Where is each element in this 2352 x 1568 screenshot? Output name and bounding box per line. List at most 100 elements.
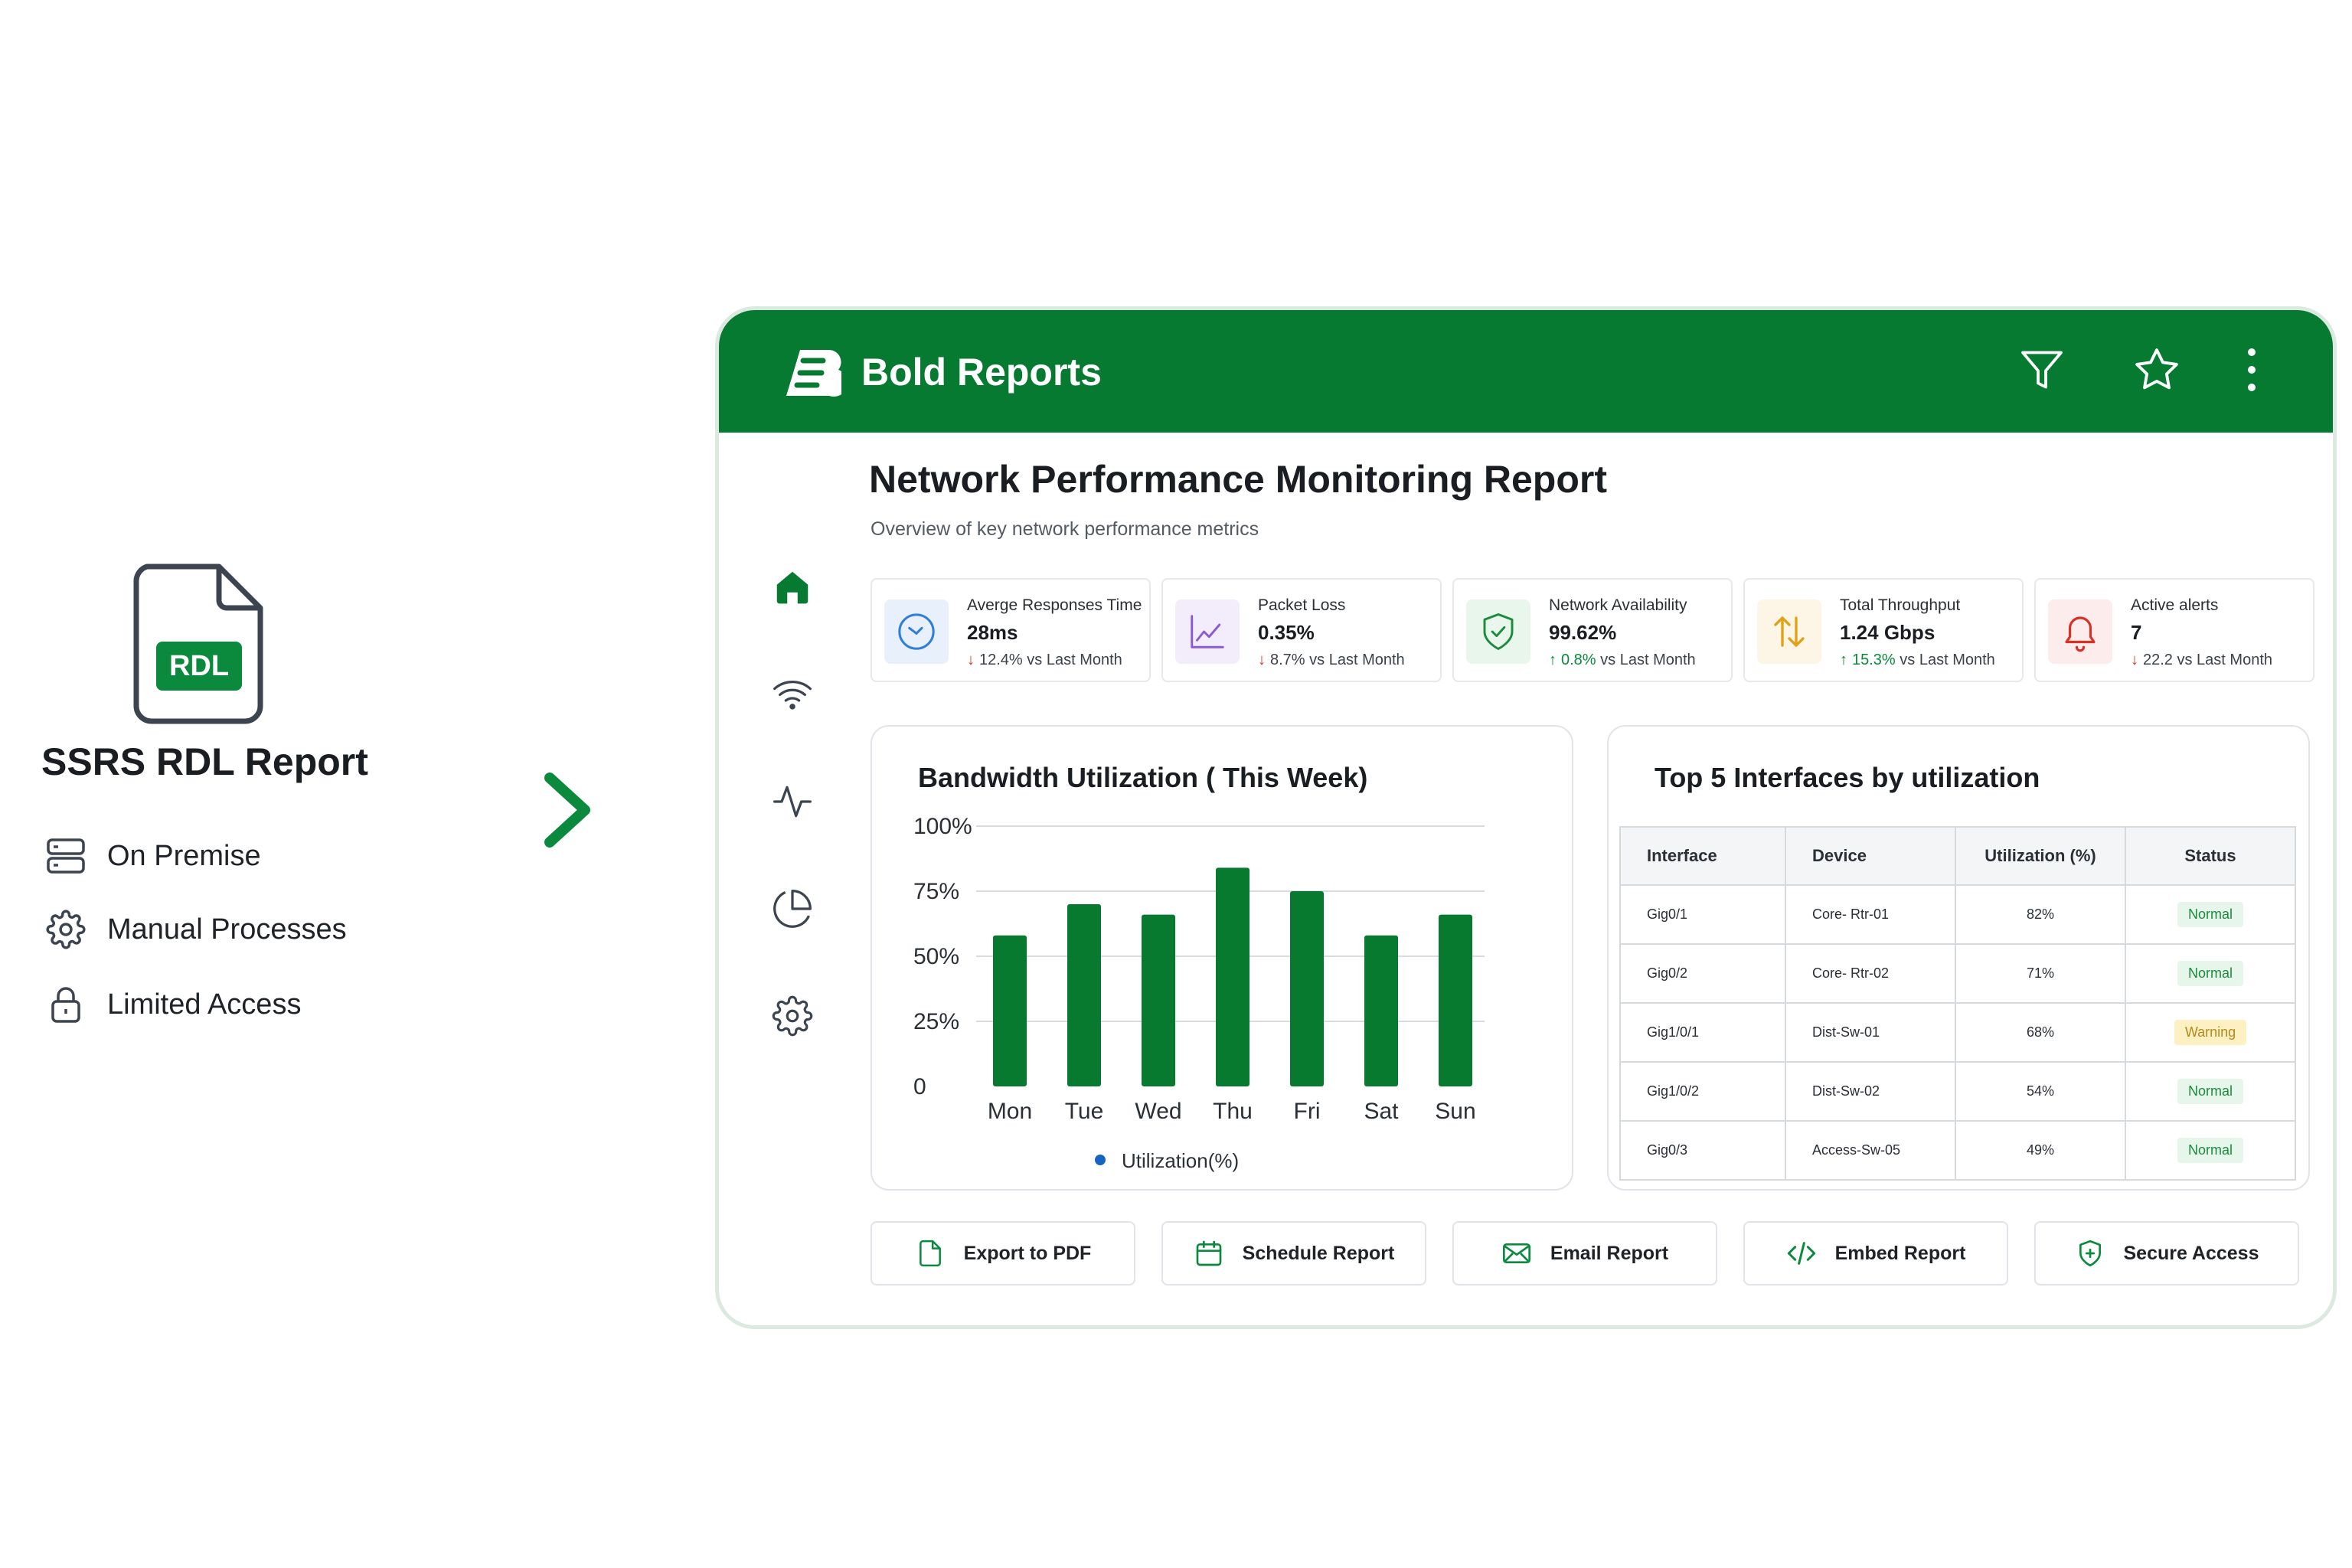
home-icon[interactable] bbox=[765, 560, 820, 615]
interfaces-table: Interface Device Utilization (%) Status … bbox=[1619, 826, 2296, 1181]
kpi-card-response-time: Averge Responses Time 28ms ↓ 12.4% vs Las… bbox=[871, 578, 1151, 682]
file-icon bbox=[915, 1238, 946, 1269]
clock-icon bbox=[884, 599, 949, 664]
column-header-device[interactable]: Device bbox=[1785, 826, 1956, 886]
rdl-file-icon: RDL bbox=[133, 564, 263, 724]
lock-icon bbox=[44, 983, 87, 1026]
kpi-delta: ↑ 0.8% vs Last Month bbox=[1549, 652, 1696, 669]
cell-device: Access-Sw-05 bbox=[1785, 1120, 1956, 1181]
cell-status: Warning bbox=[2125, 1002, 2296, 1063]
transfer-icon bbox=[1757, 599, 1821, 664]
kpi-label: Total Throughput bbox=[1840, 596, 1961, 614]
status-badge: Normal bbox=[2177, 902, 2243, 927]
settings-icon[interactable] bbox=[765, 988, 820, 1044]
kpi-delta-suffix: vs Last Month bbox=[1305, 652, 1405, 668]
kpi-delta: ↓ 12.4% vs Last Month bbox=[967, 652, 1122, 669]
kpi-value: 1.24 Gbps bbox=[1840, 621, 1936, 644]
pie-chart-icon[interactable] bbox=[765, 881, 820, 936]
kpi-delta-suffix: vs Last Month bbox=[1596, 652, 1696, 668]
feature-on-premise: On Premise bbox=[44, 833, 261, 879]
kpi-delta: ↓ 8.7% vs Last Month bbox=[1258, 652, 1405, 669]
column-header-utilization[interactable]: Utilization (%) bbox=[1955, 826, 2126, 886]
kpi-delta-suffix: vs Last Month bbox=[1022, 652, 1122, 668]
action-label: Email Report bbox=[1550, 1242, 1669, 1264]
rdl-badge-text: RDL bbox=[169, 650, 229, 682]
arrow-up-icon: ↑ bbox=[1549, 652, 1557, 668]
mail-icon bbox=[1501, 1238, 1532, 1269]
cell-status: Normal bbox=[2125, 943, 2296, 1004]
y-tick-label: 50% bbox=[913, 944, 959, 969]
kpi-card-availability: Network Availability 99.62% ↑ 0.8% vs Las… bbox=[1452, 578, 1733, 682]
feature-limited-access: Limited Access bbox=[44, 982, 301, 1027]
code-icon bbox=[1786, 1238, 1817, 1269]
x-tick-label: Mon bbox=[988, 1099, 1032, 1124]
action-label: Schedule Report bbox=[1242, 1242, 1395, 1264]
arrow-down-icon: ↓ bbox=[967, 652, 975, 668]
table-row[interactable]: Gig1/0/2 Dist-Sw-02 54% Normal bbox=[1619, 1061, 2296, 1122]
bar-sun bbox=[1439, 914, 1472, 1086]
kpi-value: 7 bbox=[2131, 621, 2142, 644]
bar-tue bbox=[1067, 904, 1101, 1086]
star-icon[interactable] bbox=[2131, 344, 2183, 396]
kpi-delta-value: 12.4% bbox=[979, 652, 1023, 668]
column-header-interface[interactable]: Interface bbox=[1619, 826, 1786, 886]
x-tick-label: Thu bbox=[1213, 1099, 1253, 1124]
kpi-delta-value: 22.2 bbox=[2143, 652, 2173, 668]
kpi-card-packet-loss: Packet Loss 0.35% ↓ 8.7% vs Last Month bbox=[1161, 578, 1442, 682]
kpi-delta-suffix: vs Last Month bbox=[1895, 652, 1995, 668]
cell-status: Normal bbox=[2125, 1120, 2296, 1181]
y-tick-label: 0 bbox=[913, 1074, 926, 1099]
x-tick-label: Sun bbox=[1435, 1099, 1475, 1124]
feature-manual-processes: Manual Processes bbox=[44, 906, 347, 952]
y-tick-label: 25% bbox=[913, 1009, 959, 1034]
action-label: Export to PDF bbox=[963, 1242, 1092, 1264]
kpi-label: Averge Responses Time bbox=[967, 596, 1142, 614]
kpi-delta: ↓ 22.2 vs Last Month bbox=[2131, 652, 2272, 669]
cell-utilization: 49% bbox=[1955, 1120, 2126, 1181]
arrow-up-icon: ↑ bbox=[1840, 652, 1847, 668]
cell-device: Dist-Sw-01 bbox=[1785, 1002, 1956, 1063]
table-row[interactable]: Gig1/0/1 Dist-Sw-01 68% Warning bbox=[1619, 1002, 2296, 1063]
app-header: Bold Reports bbox=[719, 310, 2333, 433]
embed-report-button[interactable]: Embed Report bbox=[1743, 1221, 2008, 1285]
kpi-label: Active alerts bbox=[2131, 596, 2219, 614]
arrow-right-icon bbox=[464, 773, 590, 848]
legend-label: Utilization(%) bbox=[1122, 1149, 1239, 1172]
bar-thu bbox=[1216, 867, 1250, 1086]
kpi-value: 0.35% bbox=[1258, 621, 1315, 644]
cell-device: Dist-Sw-02 bbox=[1785, 1061, 1956, 1122]
export-pdf-button[interactable]: Export to PDF bbox=[871, 1221, 1135, 1285]
secure-access-button[interactable]: Secure Access bbox=[2034, 1221, 2299, 1285]
table-row[interactable]: Gig0/3 Access-Sw-05 49% Normal bbox=[1619, 1120, 2296, 1181]
schedule-report-button[interactable]: Schedule Report bbox=[1161, 1221, 1426, 1285]
kpi-delta: ↑ 15.3% vs Last Month bbox=[1840, 652, 1995, 669]
kpi-label: Packet Loss bbox=[1258, 596, 1346, 614]
report-title: Network Performance Monitoring Report bbox=[869, 458, 1607, 501]
cell-utilization: 68% bbox=[1955, 1002, 2126, 1063]
status-badge: Normal bbox=[2177, 1079, 2243, 1104]
column-header-status[interactable]: Status bbox=[2125, 826, 2296, 886]
kpi-value: 28ms bbox=[967, 621, 1018, 644]
bandwidth-bar-chart: 0 25% 50% 75% 100% Mon Tue Wed Thu Fri Sat Sun Utili… bbox=[913, 814, 1485, 1172]
kpi-delta-value: 15.3% bbox=[1852, 652, 1896, 668]
status-badge: Normal bbox=[2177, 1138, 2243, 1163]
filter-icon[interactable] bbox=[2016, 344, 2068, 396]
activity-icon[interactable] bbox=[765, 774, 820, 829]
line-chart-icon bbox=[1175, 599, 1240, 664]
app-title: Bold Reports bbox=[861, 351, 1102, 394]
table-row[interactable]: Gig0/1 Core- Rtr-01 82% Normal bbox=[1619, 884, 2296, 945]
more-vertical-icon[interactable] bbox=[2226, 344, 2278, 396]
feature-label: On Premise bbox=[107, 839, 261, 872]
interfaces-title: Top 5 Interfaces by utilization bbox=[1655, 762, 2040, 793]
email-report-button[interactable]: Email Report bbox=[1452, 1221, 1717, 1285]
cell-interface: Gig1/0/1 bbox=[1619, 1002, 1786, 1063]
status-badge: Warning bbox=[2174, 1020, 2247, 1045]
bell-icon bbox=[2048, 599, 2112, 664]
bar-sat bbox=[1364, 935, 1398, 1086]
wifi-icon[interactable] bbox=[765, 667, 820, 722]
table-row[interactable]: Gig0/2 Core- Rtr-02 71% Normal bbox=[1619, 943, 2296, 1004]
arrow-down-icon: ↓ bbox=[1258, 652, 1266, 668]
calendar-icon bbox=[1194, 1238, 1224, 1269]
feature-label: Limited Access bbox=[107, 988, 302, 1021]
x-tick-label: Sat bbox=[1364, 1099, 1399, 1124]
